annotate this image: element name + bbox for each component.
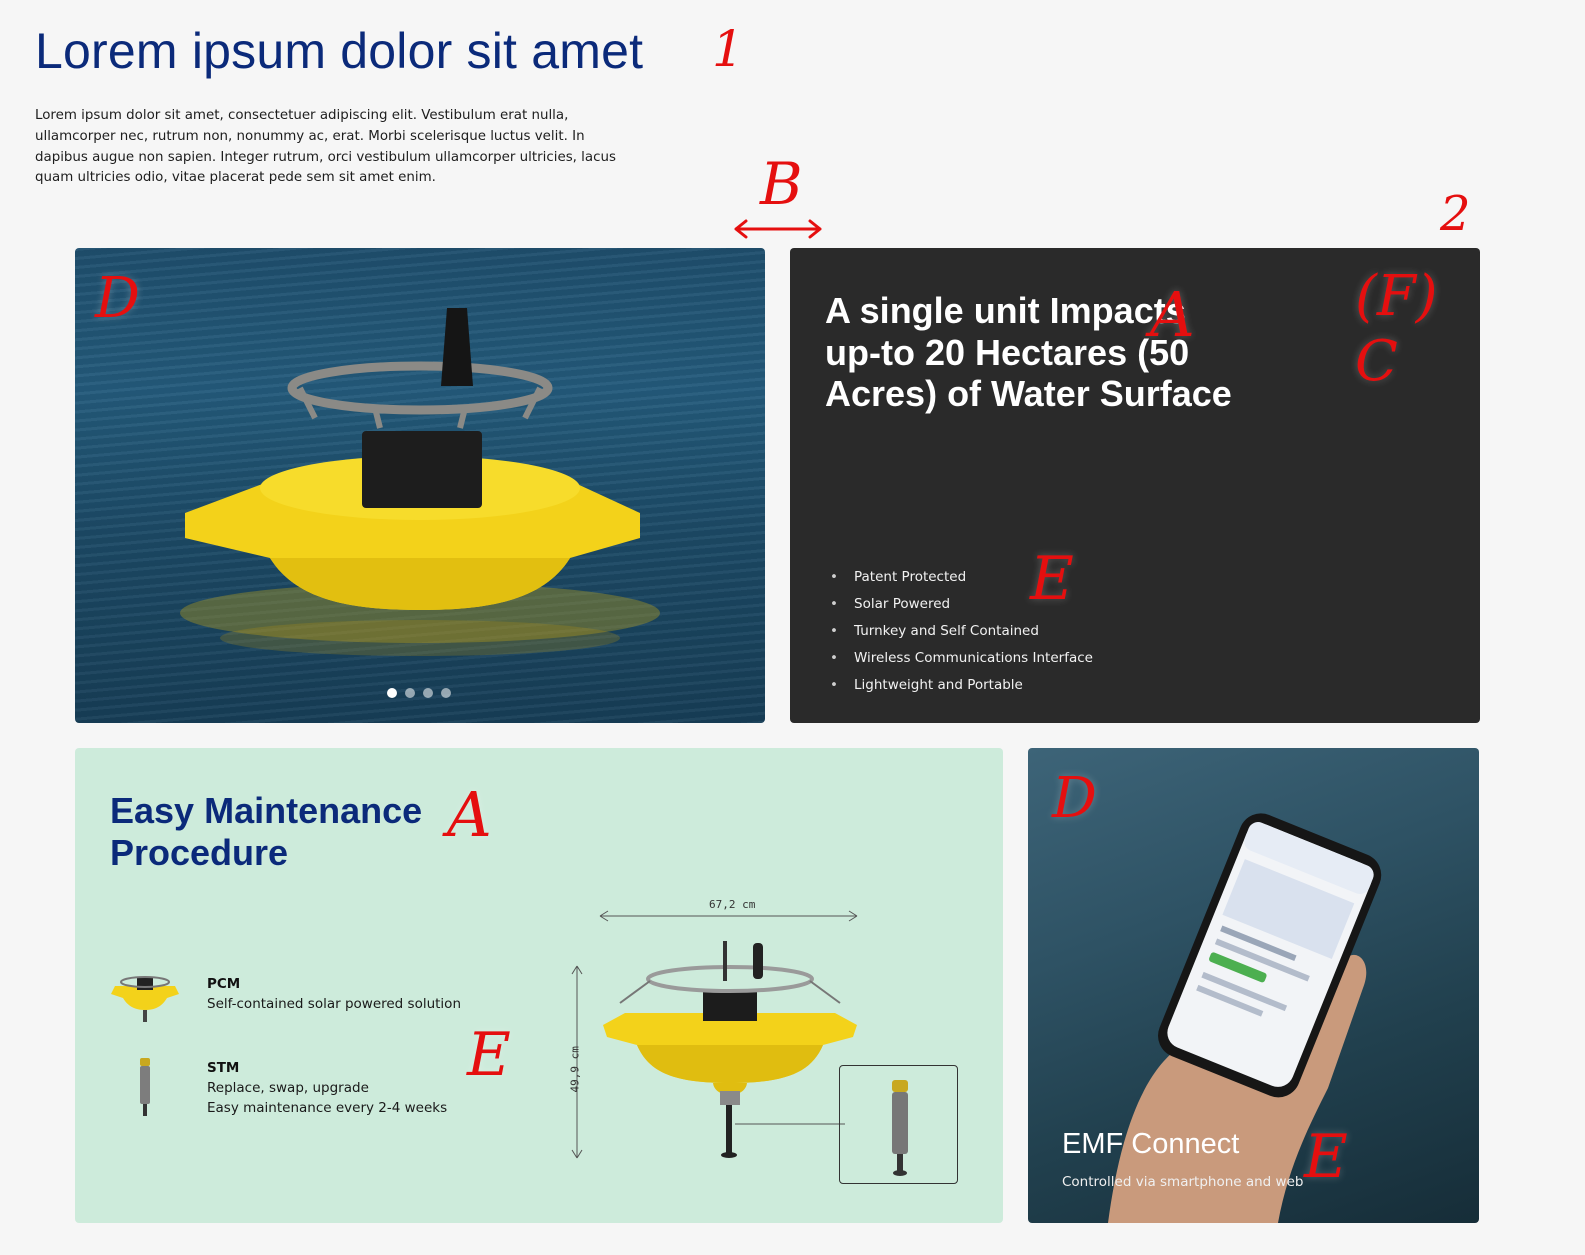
pcm-title: PCM bbox=[207, 976, 241, 992]
buoy-image bbox=[180, 308, 660, 656]
feature-item: Lightweight and Portable bbox=[830, 672, 1093, 699]
stm-inset-box bbox=[839, 1065, 958, 1184]
annotation-fc: (F) C bbox=[1355, 264, 1438, 394]
stm-line-1: Replace, swap, upgrade bbox=[207, 1080, 369, 1096]
width-dimension-label: 67,2 cm bbox=[709, 898, 756, 911]
height-dimension-label: 49,9 cm bbox=[568, 1046, 582, 1093]
annotation-b-arrow bbox=[734, 219, 822, 239]
maintenance-heading: Easy Maintenance Procedure bbox=[110, 790, 423, 873]
feature-card-heading: A single unit Impacts up-to 20 Hectares … bbox=[825, 290, 1232, 414]
carousel-dot-3[interactable] bbox=[423, 688, 433, 698]
carousel-dot-2[interactable] bbox=[405, 688, 415, 698]
buoy-diagram bbox=[603, 941, 857, 1158]
maintenance-card: Easy Maintenance Procedure PCM Self-cont… bbox=[75, 748, 1003, 1223]
stm-title: STM bbox=[207, 1060, 240, 1076]
annotation-1: 1 bbox=[712, 20, 744, 78]
annotation-2: 2 bbox=[1440, 186, 1471, 242]
annotation-e-maint: E bbox=[467, 1020, 511, 1090]
annotation-b: B bbox=[760, 150, 803, 218]
feature-item: Patent Protected bbox=[830, 564, 1093, 591]
intro-paragraph: Lorem ipsum dolor sit amet, consectetuer… bbox=[35, 108, 616, 186]
carousel-dot-4[interactable] bbox=[441, 688, 451, 698]
connector-line bbox=[735, 1123, 845, 1125]
emf-connect-title: EMF Connect bbox=[1062, 1128, 1240, 1160]
feature-card: A single unit Impacts up-to 20 Hectares … bbox=[790, 248, 1480, 723]
emf-connect-subtitle: Controlled via smartphone and web bbox=[1062, 1174, 1304, 1190]
pcm-thumbnail bbox=[111, 976, 179, 1022]
stm-inset-image bbox=[892, 1080, 908, 1176]
page-title: Lorem ipsum dolor sit amet bbox=[35, 23, 644, 79]
stm-thumbnail bbox=[140, 1058, 150, 1116]
feature-item: Wireless Communications Interface bbox=[830, 645, 1093, 672]
feature-item: Turnkey and Self Contained bbox=[830, 618, 1093, 645]
carousel-dots bbox=[387, 688, 451, 698]
carousel-dot-1[interactable] bbox=[387, 688, 397, 698]
feature-item: Solar Powered bbox=[830, 591, 1093, 618]
pcm-description: Self-contained solar powered solution bbox=[207, 996, 462, 1012]
buoy-photo-carousel[interactable]: D bbox=[75, 248, 765, 723]
emf-connect-card[interactable]: EMF Connect Controlled via smartphone an… bbox=[1028, 748, 1479, 1223]
feature-list: Patent Protected Solar Powered Turnkey a… bbox=[830, 564, 1093, 699]
stm-line-2: Easy maintenance every 2-4 weeks bbox=[207, 1100, 448, 1116]
